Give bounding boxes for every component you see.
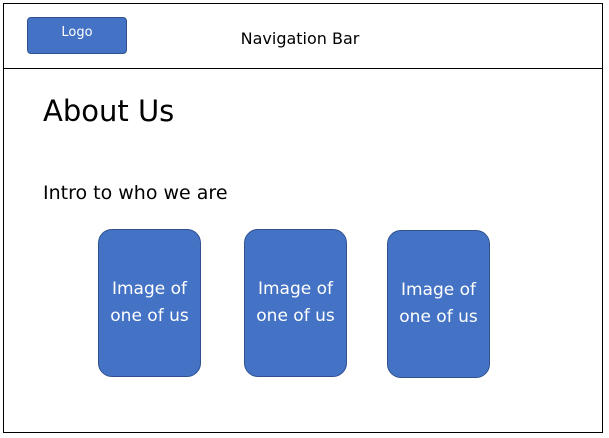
intro-text: Intro to who we are <box>43 182 228 204</box>
card-label: Image of one of us <box>256 279 335 326</box>
logo-button[interactable]: Logo <box>27 17 127 54</box>
page-title: About Us <box>43 94 175 128</box>
team-image-placeholder: Image of one of us <box>98 229 201 377</box>
wireframe-canvas: Logo Navigation Bar About Us Intro to wh… <box>0 0 609 438</box>
nav-title: Navigation Bar <box>240 29 360 48</box>
card-label: Image of one of us <box>399 280 478 327</box>
team-image-placeholder: Image of one of us <box>387 230 490 378</box>
logo-label: Logo <box>61 25 93 40</box>
card-label: Image of one of us <box>110 279 189 326</box>
team-image-placeholder: Image of one of us <box>244 229 347 377</box>
